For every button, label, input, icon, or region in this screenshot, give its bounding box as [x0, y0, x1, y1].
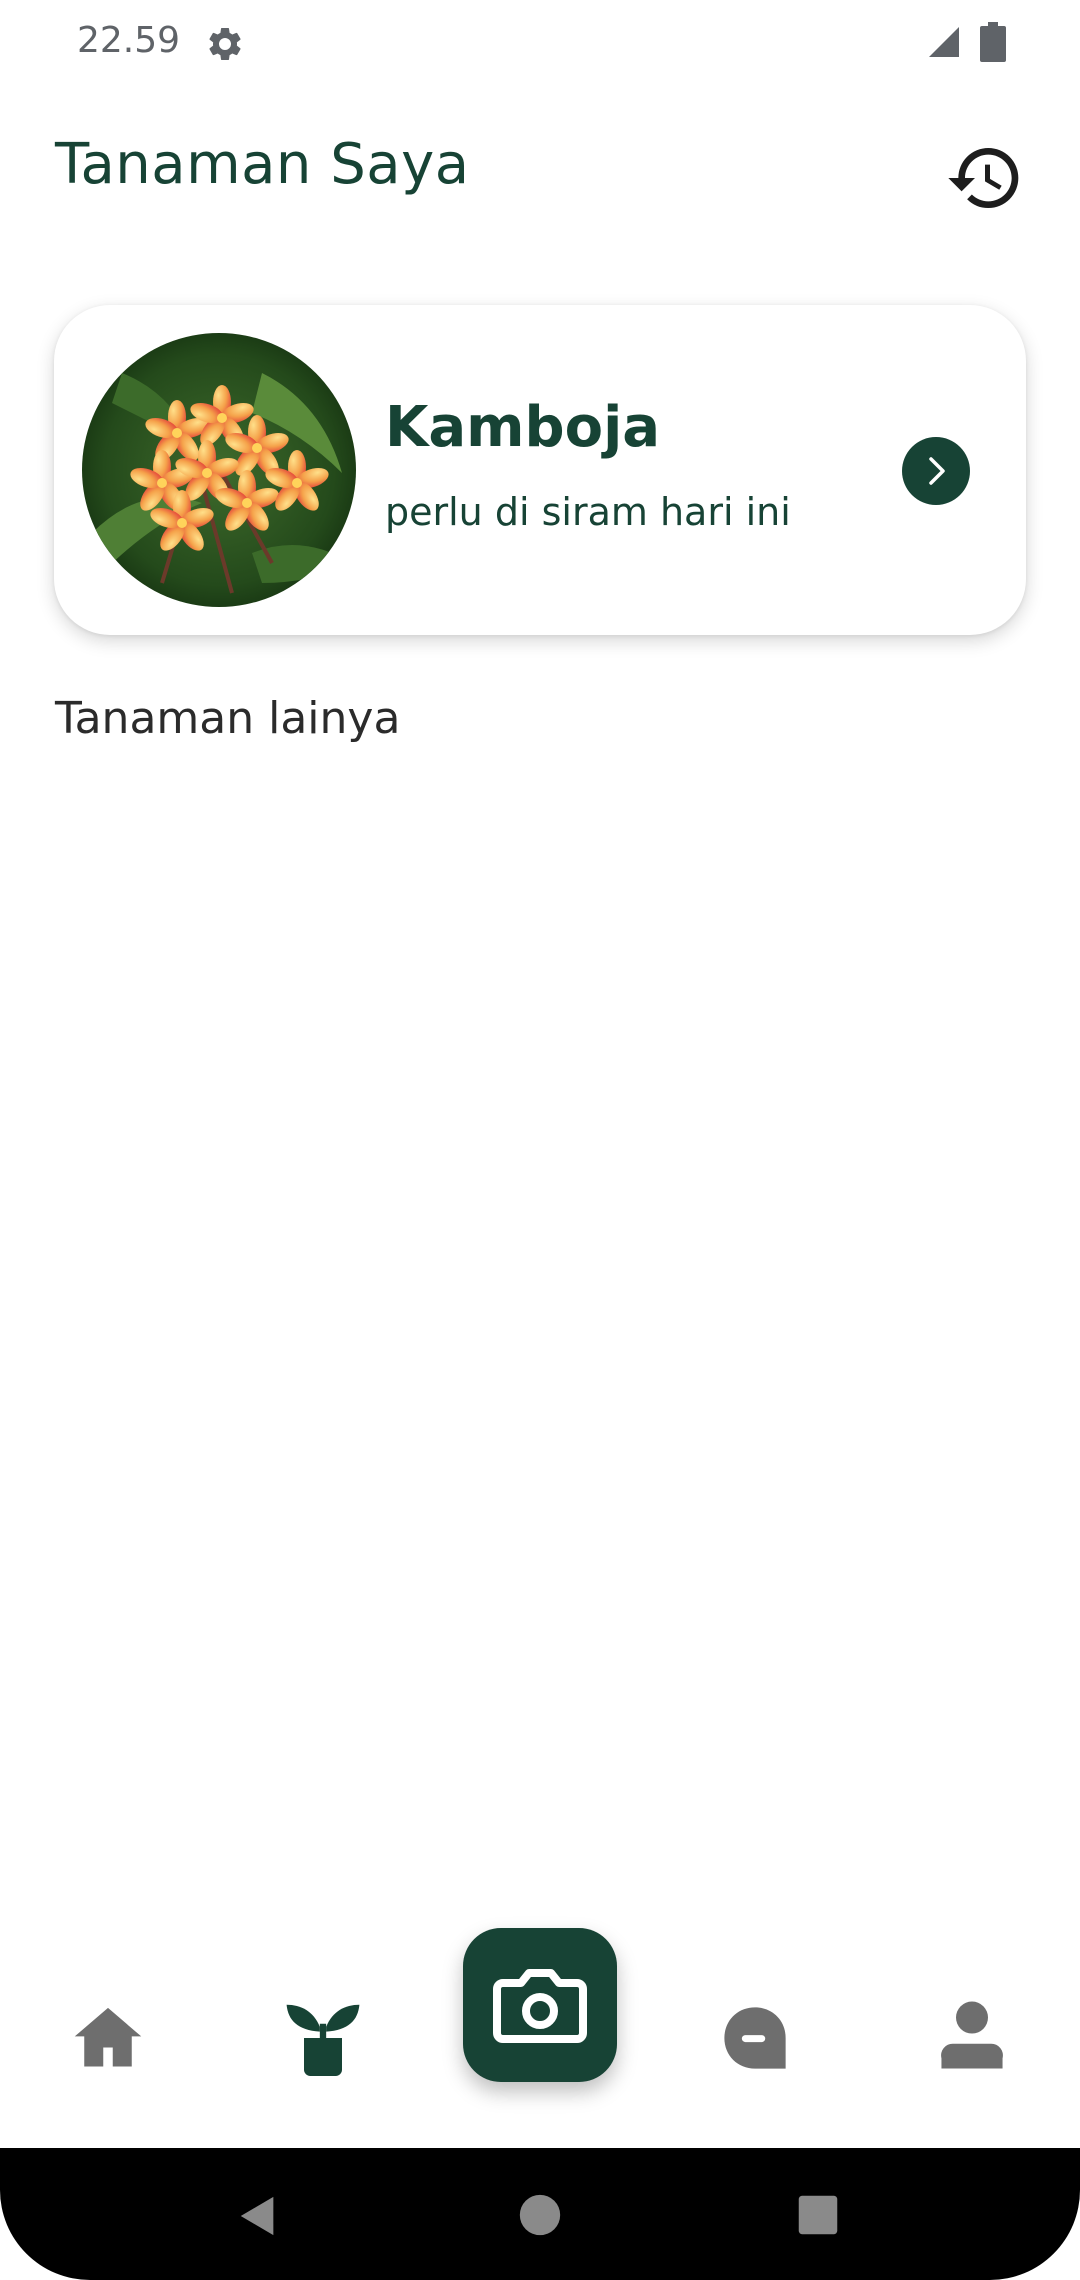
back-icon[interactable] — [235, 2193, 281, 2239]
camera-button[interactable] — [463, 1928, 617, 2082]
camera-icon — [493, 1969, 587, 2043]
section-title-other-plants: Tanaman lainya — [55, 693, 401, 744]
home-icon[interactable] — [70, 2000, 146, 2076]
profile-icon[interactable] — [940, 2000, 1004, 2070]
chat-icon[interactable] — [720, 2003, 790, 2073]
page-title: Tanaman Saya — [55, 132, 470, 197]
gear-icon — [209, 27, 241, 60]
plant-name: Kamboja — [385, 395, 661, 460]
battery-icon — [980, 22, 1006, 62]
plant-icon[interactable] — [285, 1998, 361, 2078]
chevron-right-icon — [929, 457, 945, 485]
recents-icon[interactable] — [797, 2194, 839, 2236]
home-circle-icon[interactable] — [518, 2193, 562, 2237]
history-icon[interactable] — [945, 138, 1025, 218]
status-time: 22.59 — [77, 20, 181, 61]
status-bar: 22.59 — [0, 0, 1080, 90]
plant-status: perlu di siram hari ini — [385, 490, 791, 534]
plant-photo — [82, 333, 356, 607]
plant-detail-button[interactable] — [902, 437, 970, 505]
signal-icon — [929, 27, 959, 57]
featured-plant-card[interactable]: Kamboja perlu di siram hari ini — [54, 305, 1026, 635]
system-nav-bar — [0, 2148, 1080, 2280]
